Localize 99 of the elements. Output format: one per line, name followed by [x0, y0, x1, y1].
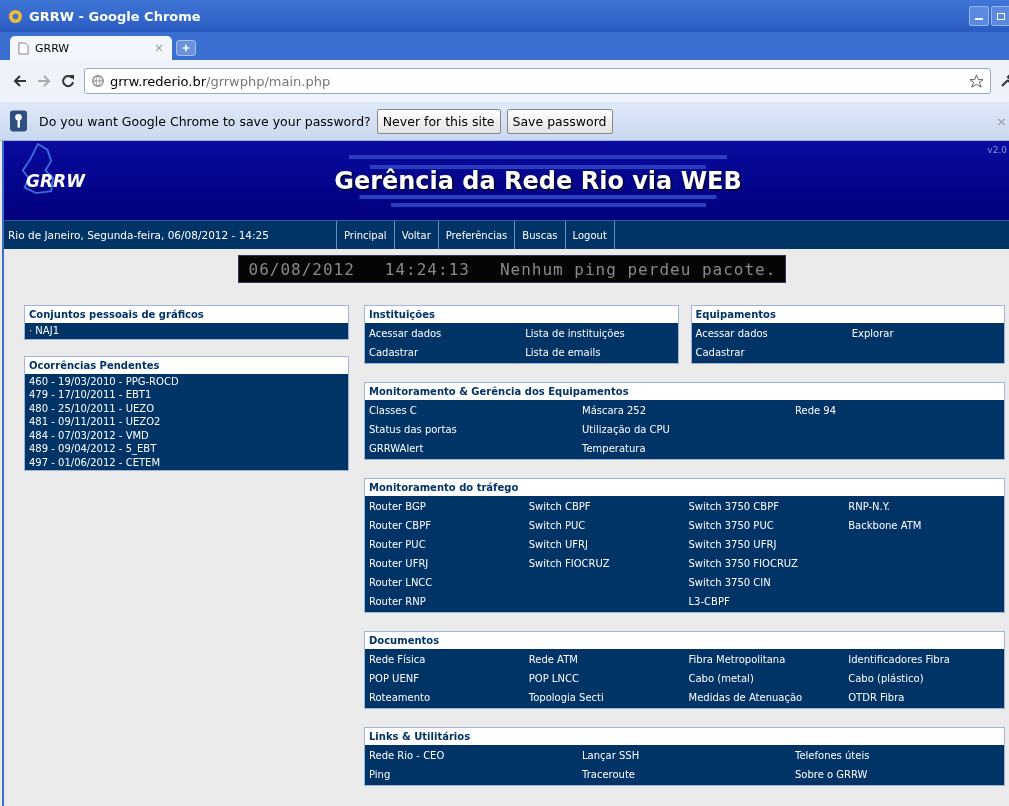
- browser-tab[interactable]: GRRW ×: [10, 36, 172, 60]
- menu-link[interactable]: Switch CBPF: [524, 497, 685, 516]
- nav-link[interactable]: Principal: [337, 221, 395, 249]
- globe-icon: [91, 74, 105, 88]
- menu-link[interactable]: Rede Rio - CEO: [365, 746, 578, 765]
- date-label: Rio de Janeiro, Segunda-feira, 06/08/2012 - 14:25: [7, 229, 270, 241]
- menu-link[interactable]: Máscara 252: [578, 401, 791, 420]
- menu-link[interactable]: Switch 3750 PUC: [684, 516, 845, 535]
- menu-link[interactable]: POP LNCC: [524, 669, 685, 688]
- menu-link[interactable]: Switch 3750 FIOCRUZ: [684, 554, 845, 573]
- menu-link[interactable]: Router BGP: [365, 497, 525, 516]
- menu-link[interactable]: Topologia Secti: [524, 688, 685, 707]
- list-link[interactable]: 484 - 07/03/2012 - VMD: [25, 428, 348, 442]
- menu-link[interactable]: Cadastrar: [365, 343, 522, 362]
- list-link[interactable]: 479 - 17/10/2011 - EBT1: [25, 388, 348, 402]
- menu-link[interactable]: Explorar: [847, 324, 1004, 343]
- url-text: grrw.rederio.br/grrwphp/main.php: [110, 73, 332, 89]
- key-icon: [10, 110, 27, 132]
- plus-icon: [181, 43, 191, 53]
- menu-link[interactable]: Router PUC: [365, 535, 525, 554]
- menu-link[interactable]: Switch 3750 UFRJ: [684, 535, 845, 554]
- panel-title: Documentos: [365, 632, 1004, 649]
- site-logo: GRRW: [26, 170, 85, 191]
- menu-link[interactable]: Cabo (metal): [684, 669, 845, 688]
- nav-link[interactable]: Preferências: [438, 221, 516, 249]
- nav-link[interactable]: Voltar: [394, 221, 439, 249]
- menu-link[interactable]: Switch PUC: [524, 516, 685, 535]
- menu-link[interactable]: Roteamento: [365, 688, 525, 707]
- page-icon: [18, 41, 29, 55]
- menu-link[interactable]: Rede Física: [365, 650, 525, 669]
- menu-link[interactable]: Identificadores Fibra: [844, 650, 1004, 669]
- list-link[interactable]: · NAJ1: [25, 324, 348, 338]
- nav-link[interactable]: Logout: [565, 221, 615, 249]
- menu-link[interactable]: Switch FIOCRUZ: [524, 554, 685, 573]
- maximize-button[interactable]: [991, 6, 1009, 26]
- maximize-icon: [996, 11, 1006, 21]
- ticker-message: Nenhum ping perdeu pacote.: [499, 259, 777, 279]
- menu-link[interactable]: Cadastrar: [691, 343, 848, 362]
- site-title: Gerência da Rede Rio via WEB: [334, 166, 742, 195]
- menu-link[interactable]: Classes C: [365, 401, 578, 420]
- menu-link[interactable]: Switch 3750 CBPF: [684, 497, 845, 516]
- menu-link[interactable]: L3-CBPF: [684, 592, 845, 611]
- menu-link[interactable]: POP UENF: [365, 669, 525, 688]
- menu-link[interactable]: Traceroute: [578, 765, 791, 784]
- back-icon[interactable]: [12, 73, 28, 89]
- ticker-time: 14:24:13: [384, 259, 470, 279]
- menu-link[interactable]: Switch UFRJ: [524, 535, 685, 554]
- menu-link[interactable]: Ping: [365, 765, 578, 784]
- menu-link[interactable]: Lista de instituições: [521, 324, 678, 343]
- menu-link[interactable]: Cabo (plástico): [844, 669, 1004, 688]
- ticker-date: 06/08/2012: [248, 259, 355, 279]
- minimize-icon: [975, 18, 983, 20]
- menu-link[interactable]: Backbone ATM: [844, 516, 1004, 535]
- list-link[interactable]: 460 - 19/03/2010 - PPG-ROCD: [25, 374, 348, 388]
- new-tab-button[interactable]: [176, 40, 196, 56]
- infobar-message: Do you want Google Chrome to save your password?: [39, 113, 371, 129]
- infobar-button[interactable]: Save password: [506, 108, 613, 134]
- menu-link[interactable]: Utilização da CPU: [578, 420, 791, 439]
- window-title: GRRW - Google Chrome: [29, 8, 202, 24]
- menu-link[interactable]: Acessar dados: [365, 324, 522, 343]
- menu-link[interactable]: Lista de emails: [521, 343, 678, 362]
- browser-icon: [8, 8, 23, 24]
- menu-link[interactable]: Router UFRJ: [365, 554, 525, 573]
- star-icon[interactable]: [969, 73, 984, 89]
- menu-link[interactable]: GRRWAlert: [365, 439, 578, 458]
- menu-link[interactable]: Router CBPF: [365, 516, 525, 535]
- list-link[interactable]: 480 - 25/10/2011 - UEZO: [25, 401, 348, 415]
- panel-title: Links & Utilitários: [365, 728, 1004, 745]
- menu-link[interactable]: OTDR Fibra: [844, 688, 1004, 707]
- menu-link[interactable]: Rede ATM: [524, 650, 685, 669]
- menu-link[interactable]: Telefones úteis: [791, 746, 1004, 765]
- version-label: v2.0: [987, 145, 1007, 155]
- reload-icon[interactable]: [60, 73, 76, 89]
- minimize-button[interactable]: [969, 6, 989, 26]
- menu-link[interactable]: Router LNCC: [365, 573, 525, 592]
- tab-title: GRRW: [35, 41, 71, 55]
- nav-link[interactable]: Buscas: [515, 221, 566, 249]
- panel-title: Conjuntos pessoais de gráficos: [25, 306, 348, 323]
- panel-title: Monitoramento do tráfego: [365, 479, 1004, 496]
- address-field[interactable]: grrw.rederio.br/grrwphp/main.php: [84, 68, 991, 94]
- menu-link[interactable]: Acessar dados: [691, 324, 848, 343]
- list-link[interactable]: 481 - 09/11/2011 - UEZO2: [25, 415, 348, 429]
- panel-title: Equipamentos: [691, 306, 1004, 323]
- menu-link[interactable]: Router RNP: [365, 592, 525, 611]
- menu-link[interactable]: Fibra Metropolitana: [684, 650, 845, 669]
- menu-link[interactable]: Lançar SSH: [578, 746, 791, 765]
- list-link[interactable]: 489 - 09/04/2012 - 5_EBT: [25, 442, 348, 456]
- menu-link[interactable]: Switch 3750 CIN: [684, 573, 845, 592]
- menu-link[interactable]: Medidas de Atenuação: [684, 688, 845, 707]
- infobar-button[interactable]: Never for this site: [376, 108, 501, 134]
- menu-link[interactable]: Sobre o GRRW: [791, 765, 1004, 784]
- panel-title: Monitoramento & Gerência dos Equipamentos: [365, 383, 1004, 400]
- panel-title: Instituições: [365, 306, 678, 323]
- menu-link[interactable]: Rede 94: [791, 401, 1004, 420]
- menu-link[interactable]: Temperatura: [578, 439, 791, 458]
- menu-link[interactable]: Status das portas: [365, 420, 578, 439]
- list-link[interactable]: 497 - 01/06/2012 - CETEM: [25, 455, 348, 469]
- panel-title: Ocorrências Pendentes: [25, 356, 348, 374]
- menu-link[interactable]: RNP-N.Y.: [844, 497, 1004, 516]
